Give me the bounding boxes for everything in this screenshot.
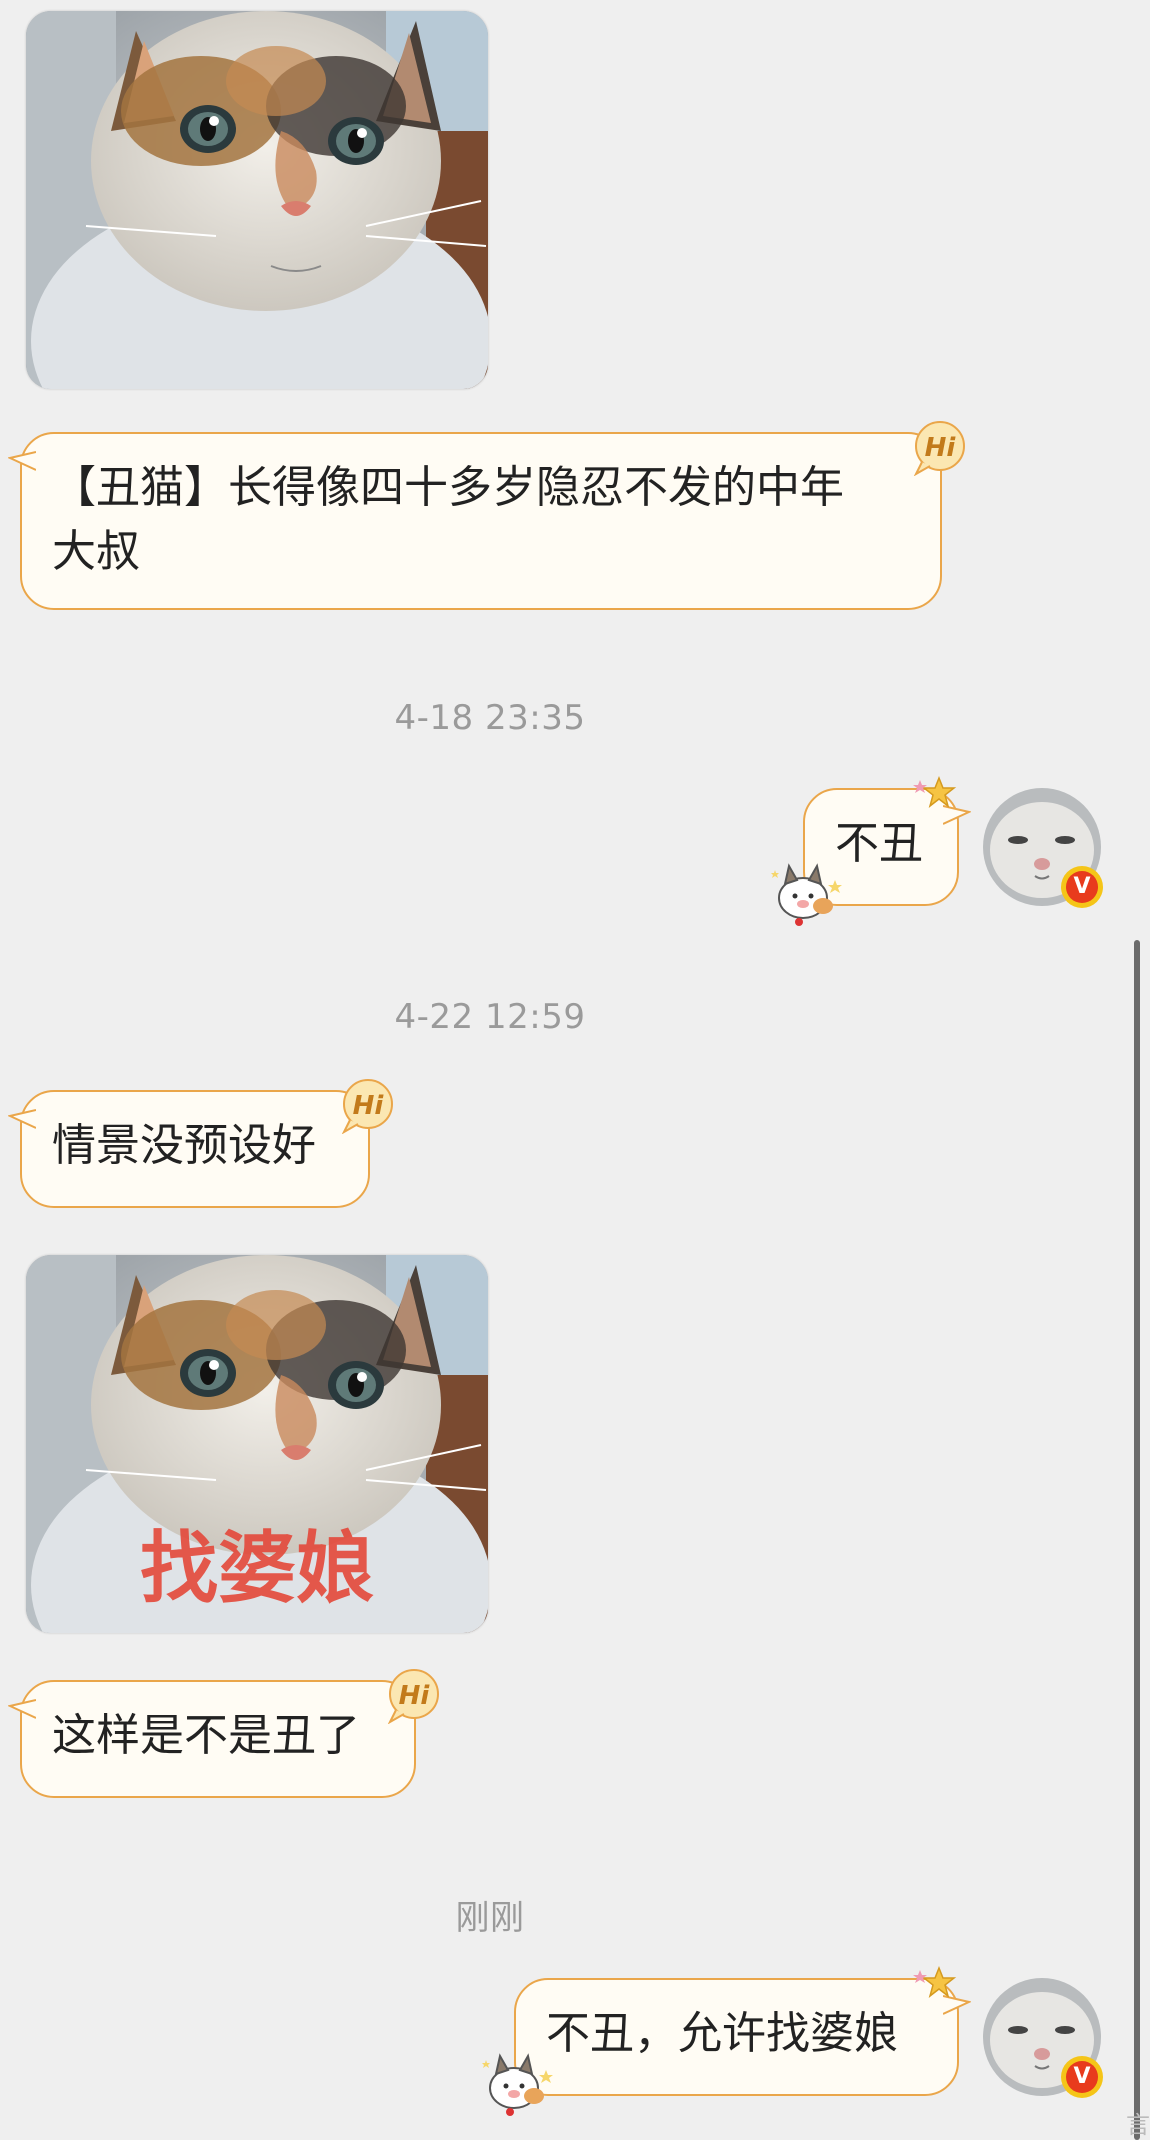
image-message[interactable]: 找婆娘 bbox=[25, 1254, 489, 1634]
hi-badge-icon: Hi bbox=[387, 1669, 439, 1724]
message-text: 不丑 bbox=[835, 818, 923, 869]
verified-badge-icon: V bbox=[1061, 2056, 1103, 2098]
outgoing-message[interactable]: 不丑，允许找婆娘 bbox=[482, 1966, 971, 2116]
message-text: 【丑猫】长得像四十多岁隐忍不发的中年 大叔 bbox=[52, 462, 844, 577]
incoming-message[interactable]: 【丑猫】长得像四十多岁隐忍不发的中年 大叔 Hi bbox=[8, 421, 965, 610]
message-text: 情景没预设好 bbox=[52, 1120, 316, 1171]
verified-badge-icon: V bbox=[1061, 866, 1103, 908]
watermark: 言 bbox=[1126, 2111, 1150, 2139]
chat-thread: 【丑猫】长得像四十多岁隐忍不发的中年 大叔 Hi 4-18 23:35 不丑 V… bbox=[0, 0, 1150, 2140]
timestamp: 4-18 23:35 bbox=[394, 698, 586, 738]
scrollbar[interactable] bbox=[1134, 940, 1140, 2140]
cat-photo: 找婆娘 bbox=[26, 1255, 488, 1633]
bubble-tail bbox=[8, 1109, 36, 1129]
incoming-message[interactable]: 这样是不是丑了 Hi bbox=[8, 1669, 439, 1798]
bubble-tail bbox=[8, 451, 36, 471]
bubble-tail bbox=[8, 1699, 36, 1719]
hi-badge-icon: Hi bbox=[341, 1079, 393, 1134]
message-text: 这样是不是丑了 bbox=[52, 1710, 360, 1761]
incoming-message[interactable]: 情景没预设好 Hi bbox=[8, 1079, 393, 1208]
message-text: 不丑，允许找婆娘 bbox=[546, 2008, 898, 2059]
hi-badge-text: Hi bbox=[399, 1681, 431, 1711]
image-message[interactable] bbox=[25, 10, 489, 390]
cat-sticker-icon bbox=[482, 2053, 553, 2116]
image-caption: 找婆娘 bbox=[140, 1524, 374, 1614]
hi-badge-icon: Hi bbox=[913, 421, 965, 476]
hi-badge-text: Hi bbox=[353, 1091, 385, 1121]
star-icon bbox=[913, 776, 957, 808]
timestamp: 4-22 12:59 bbox=[394, 997, 586, 1037]
outgoing-message[interactable]: 不丑 bbox=[771, 776, 971, 926]
hi-badge-text: Hi bbox=[925, 433, 957, 463]
cat-sticker-icon bbox=[771, 863, 842, 926]
timestamp: 刚刚 bbox=[455, 1898, 525, 1938]
star-icon bbox=[913, 1966, 957, 1998]
cat-photo bbox=[26, 11, 488, 389]
avatar[interactable]: V bbox=[983, 788, 1103, 908]
avatar[interactable]: V bbox=[983, 1978, 1103, 2098]
